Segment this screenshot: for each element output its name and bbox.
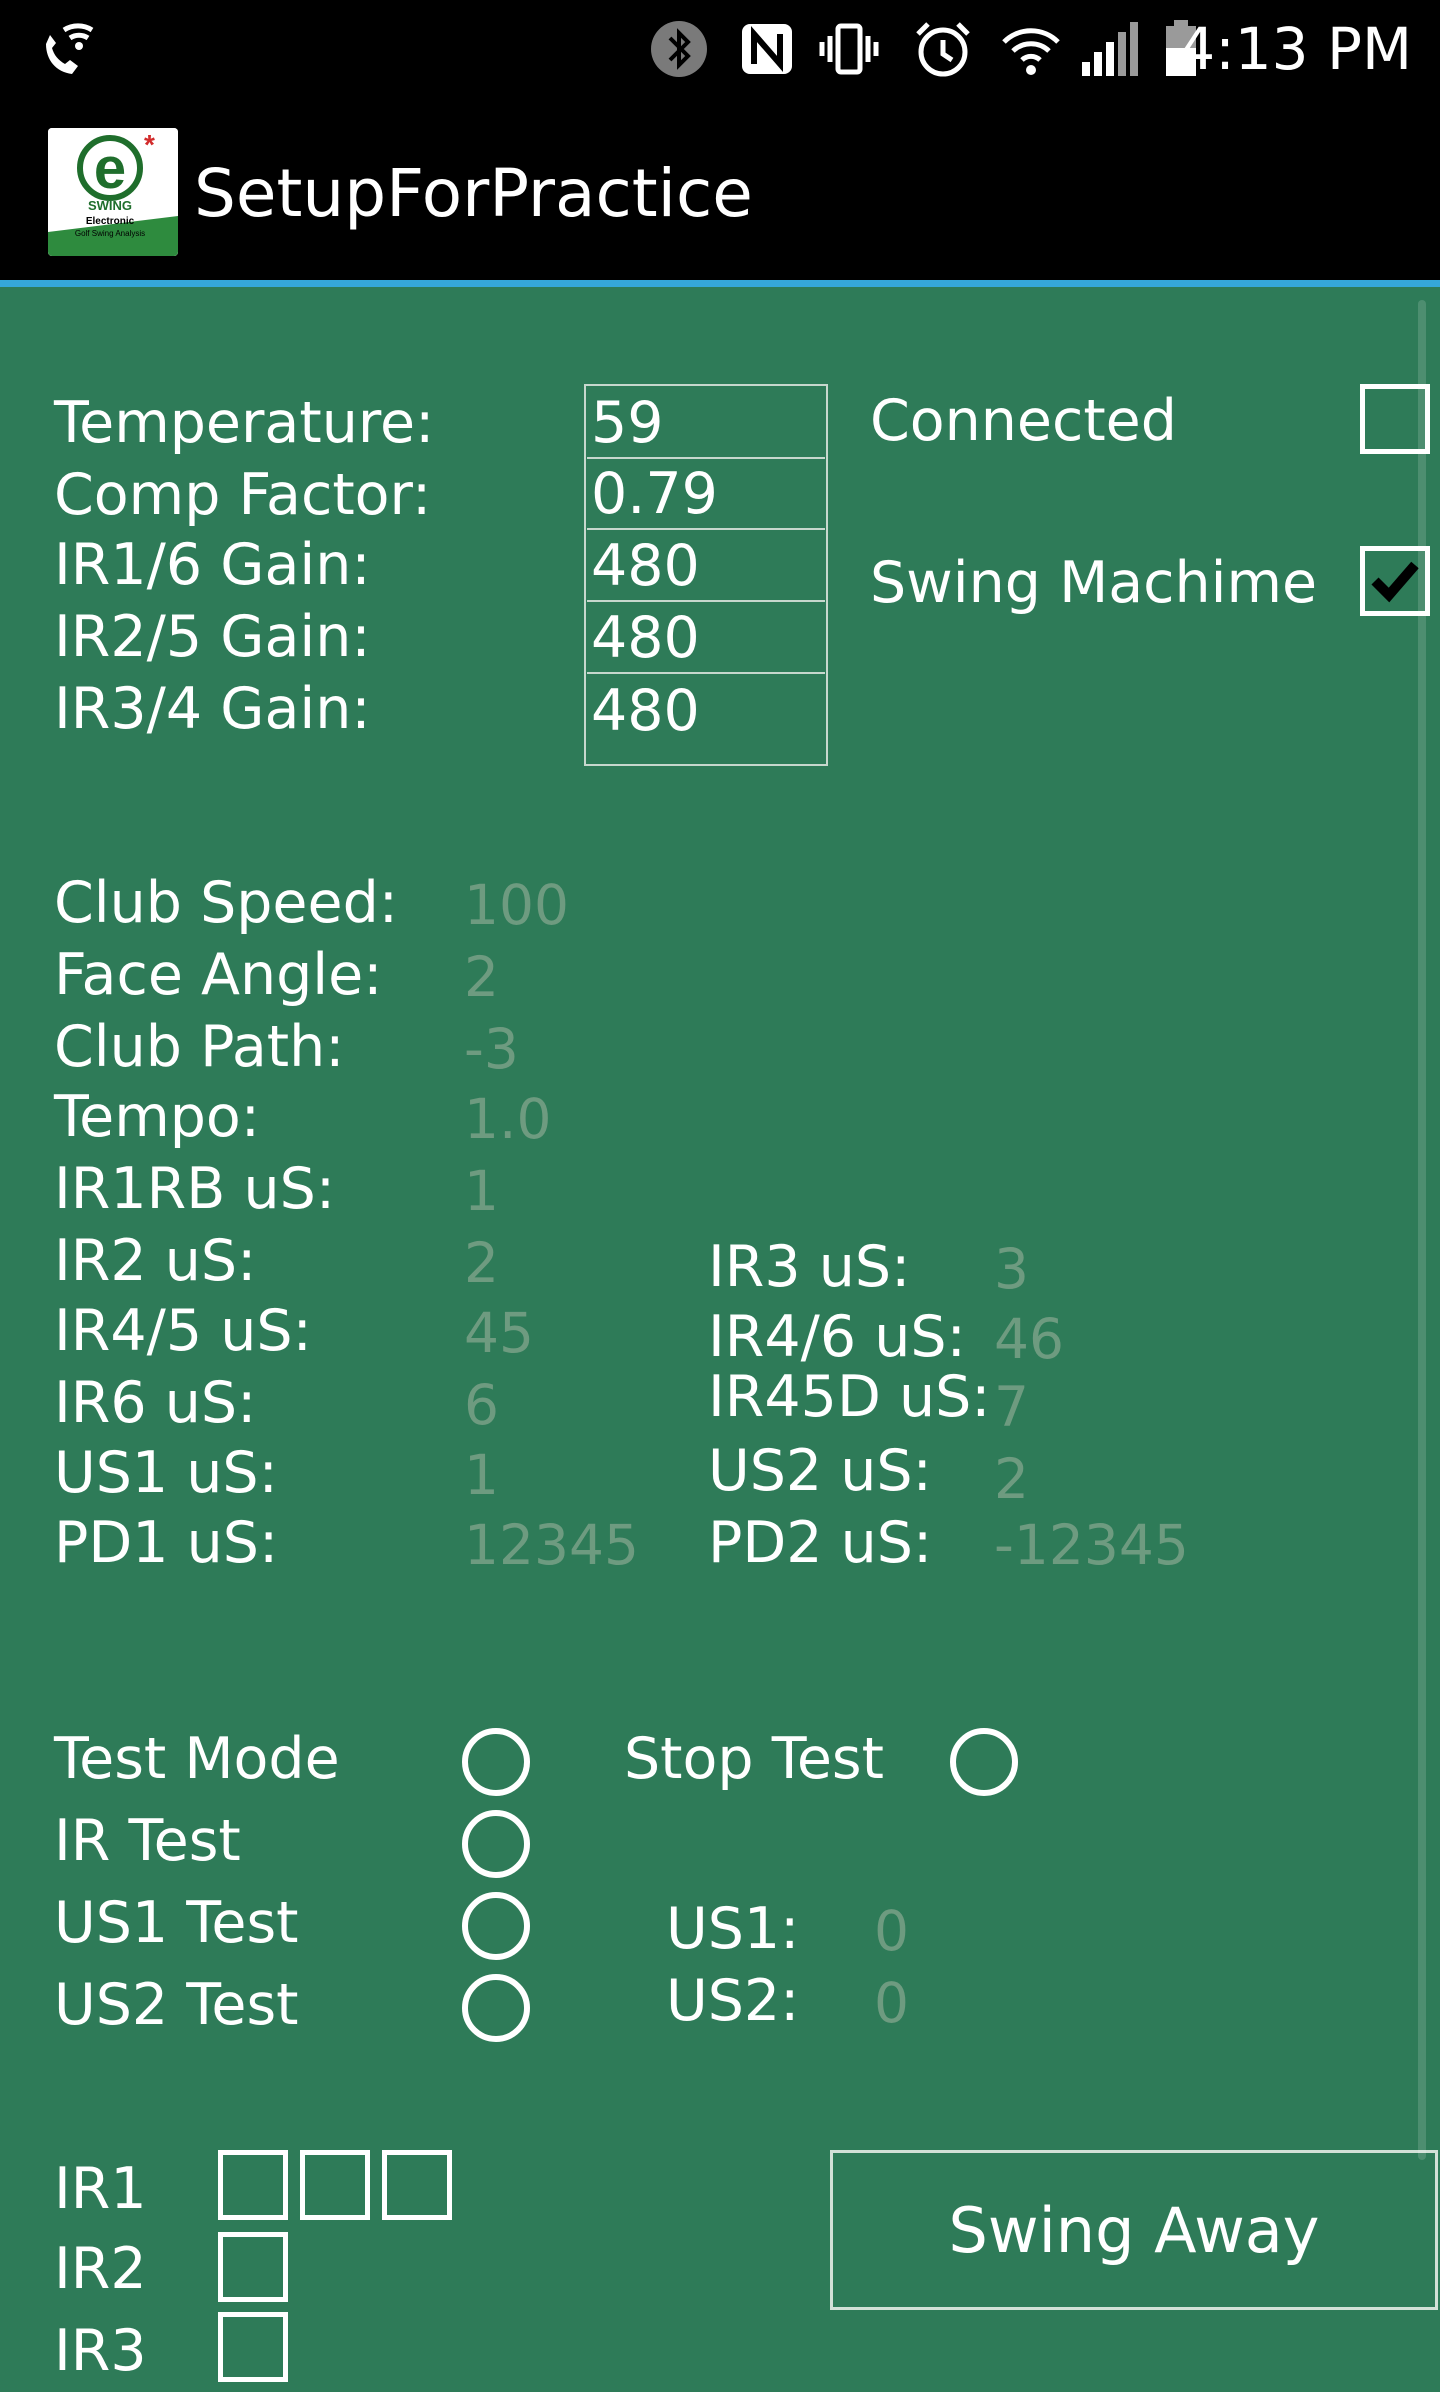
us2-reading-label: US2:	[666, 1968, 800, 2034]
tempo-value: 1.0	[464, 1087, 552, 1151]
us2-label: US2 uS:	[708, 1438, 932, 1504]
ir3-row-label: IR3	[54, 2318, 147, 2384]
ir25-gain-input[interactable]	[587, 604, 825, 674]
ir25-gain-label: IR2/5 Gain:	[54, 604, 371, 670]
vibrate-icon	[819, 23, 879, 75]
svg-text:e: e	[94, 136, 126, 201]
us1-test-label: US1 Test	[54, 1890, 299, 1956]
nfc-icon	[742, 24, 792, 74]
swing-machine-label: Swing Machime	[870, 550, 1318, 616]
comp-factor-input[interactable]	[587, 460, 825, 530]
app-title: SetupForPractice	[194, 155, 753, 232]
bluetooth-icon	[651, 21, 707, 77]
ir1rb-label: IR1RB uS:	[54, 1156, 336, 1222]
ir-test-label: IR Test	[54, 1808, 241, 1874]
ir1-row-label: IR1	[54, 2156, 147, 2222]
ir16-gain-label: IR1/6 Gain:	[54, 532, 371, 598]
ir3-value: 3	[994, 1237, 1029, 1301]
ir45-value: 45	[464, 1301, 534, 1365]
us1-test-radio[interactable]	[462, 1892, 530, 1960]
ir46-value: 46	[994, 1307, 1064, 1371]
us2-reading-value: 0	[874, 1971, 909, 2035]
comp-factor-label: Comp Factor:	[54, 462, 432, 528]
connected-label: Connected	[870, 388, 1177, 454]
status-time: 4:13 PM	[1178, 15, 1412, 83]
ir34-gain-input[interactable]	[587, 676, 825, 746]
svg-text:Golf Swing Analysis: Golf Swing Analysis	[75, 229, 145, 238]
ir34-gain-label: IR3/4 Gain:	[54, 676, 371, 742]
ir1-sensor-2	[300, 2150, 370, 2220]
us2-test-radio[interactable]	[462, 1974, 530, 2042]
ir2-row-label: IR2	[54, 2236, 147, 2302]
pd2-value: -12345	[994, 1513, 1189, 1577]
us1-value: 1	[464, 1443, 499, 1507]
ir1rb-value: 1	[464, 1159, 499, 1223]
svg-text:SWING: SWING	[88, 198, 132, 213]
check-icon	[1371, 561, 1419, 603]
wifi-icon	[1002, 28, 1060, 75]
us1-reading-value: 0	[874, 1899, 909, 1963]
app-bar-divider	[0, 280, 1440, 287]
ir1-sensor-3	[382, 2150, 452, 2220]
test-mode-radio[interactable]	[462, 1728, 530, 1796]
ir6-label: IR6 uS:	[54, 1370, 257, 1436]
svg-text:Electronic: Electronic	[86, 216, 135, 227]
ir45d-value: 7	[994, 1375, 1029, 1439]
ir45d-label: IR45D uS:	[708, 1364, 991, 1430]
ir2-sensor-1	[218, 2232, 288, 2302]
ir2-label: IR2 uS:	[54, 1228, 257, 1294]
ir1-sensor-1	[218, 2150, 288, 2220]
tempo-label: Tempo:	[54, 1084, 260, 1150]
club-path-value: -3	[464, 1017, 519, 1081]
pd2-label: PD2 uS:	[708, 1510, 933, 1576]
us2-test-label: US2 Test	[54, 1972, 299, 2038]
ir3-label: IR3 uS:	[708, 1234, 911, 1300]
ir6-value: 6	[464, 1373, 499, 1437]
ir16-gain-input[interactable]	[587, 532, 825, 602]
signal-icon	[1082, 22, 1138, 76]
ir-test-radio[interactable]	[462, 1810, 530, 1878]
temperature-input[interactable]	[587, 389, 825, 459]
pd1-label: PD1 uS:	[54, 1510, 279, 1576]
temperature-label: Temperature:	[54, 390, 435, 456]
ir3-sensor-1	[218, 2312, 288, 2382]
club-speed-value: 100	[464, 873, 569, 937]
ir45-label: IR4/5 uS:	[54, 1298, 312, 1364]
us1-reading-label: US1:	[666, 1896, 800, 1962]
us1-label: US1 uS:	[54, 1440, 278, 1506]
club-speed-label: Club Speed:	[54, 870, 398, 936]
pd1-value: 12345	[464, 1513, 639, 1577]
club-path-label: Club Path:	[54, 1014, 345, 1080]
face-angle-value: 2	[464, 945, 499, 1009]
test-mode-label: Test Mode	[54, 1726, 340, 1792]
scrollbar[interactable]	[1418, 300, 1426, 2160]
us2-value: 2	[994, 1447, 1029, 1511]
face-angle-label: Face Angle:	[54, 942, 383, 1008]
ir2-value: 2	[464, 1231, 499, 1295]
swing-away-button[interactable]: Swing Away	[830, 2150, 1438, 2310]
stop-test-radio[interactable]	[950, 1728, 1018, 1796]
alarm-icon	[916, 22, 970, 77]
app-logo: e * SWING Electronic Golf Swing Analysis	[48, 128, 178, 256]
svg-text:*: *	[144, 129, 155, 160]
phone-wifi-icon	[46, 23, 94, 74]
stop-test-label: Stop Test	[624, 1726, 884, 1792]
